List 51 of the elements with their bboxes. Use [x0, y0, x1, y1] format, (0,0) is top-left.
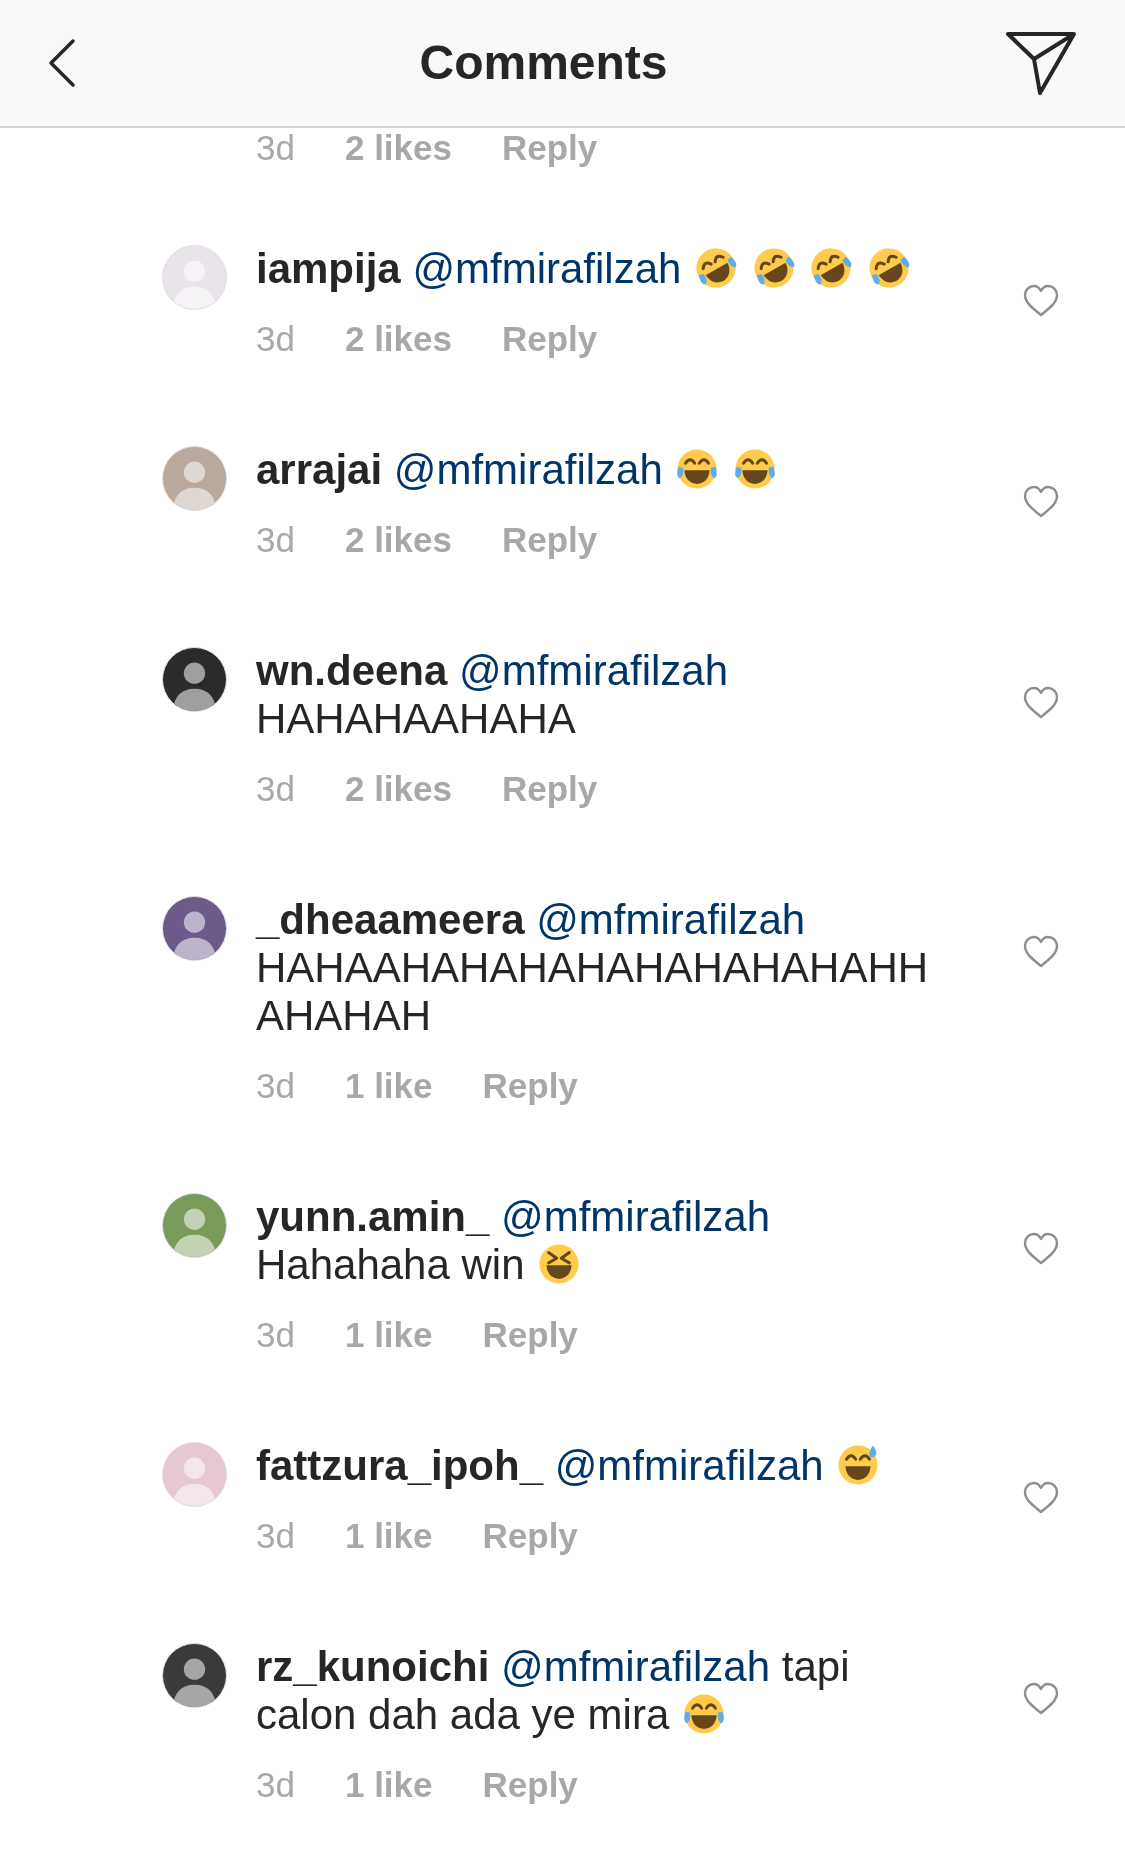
comment-age: 3d: [256, 319, 295, 359]
heart-icon[interactable]: [1023, 1481, 1059, 1515]
likes-link[interactable]: 2 likes: [344, 319, 452, 359]
heart-icon[interactable]: [1023, 1682, 1059, 1716]
heart-icon[interactable]: [1023, 284, 1059, 318]
username-link[interactable]: _dheaameera: [256, 896, 525, 943]
likes-link[interactable]: 1 like: [344, 1315, 433, 1355]
likes-link[interactable]: 2 likes: [344, 520, 452, 560]
reply-link[interactable]: Reply: [502, 769, 598, 809]
username-link[interactable]: iampija: [256, 245, 401, 292]
page-title: Comments: [419, 35, 668, 91]
comment-text: rz_kunoichi @mfmirafilzah tapi calon dah ada ye mira: [256, 1643, 851, 1739]
username-link[interactable]: rz_kunoichi: [256, 1643, 490, 1690]
comment-age: 3d: [256, 1315, 295, 1355]
comment-age: 3d: [256, 1066, 295, 1106]
username-link[interactable]: wn.deena: [256, 647, 448, 694]
username-link[interactable]: arrajai: [256, 446, 383, 493]
comment-age: 3d: [256, 520, 295, 560]
comment-text: wn.deena @mfmirafilzah HAHAHAAHAHA: [256, 647, 730, 743]
mention-link[interactable]: @mfmirafilzah: [536, 896, 806, 943]
comment-age: 3d: [256, 128, 295, 168]
send-icon[interactable]: [1005, 30, 1077, 96]
reply-link[interactable]: Reply: [482, 1066, 578, 1106]
likes-link[interactable]: 2 likes: [344, 128, 452, 168]
mention-link[interactable]: @mfmirafilzah: [412, 245, 682, 292]
likes-link[interactable]: 1 like: [344, 1516, 433, 1556]
likes-link[interactable]: 2 likes: [344, 769, 452, 809]
heart-icon[interactable]: [1023, 1232, 1059, 1266]
comment-age: 3d: [256, 1765, 295, 1805]
mention-link[interactable]: @mfmirafilzah: [501, 1193, 771, 1240]
reply-link[interactable]: Reply: [482, 1315, 578, 1355]
mention-link[interactable]: @mfmirafilzah: [501, 1643, 771, 1690]
reply-link[interactable]: Reply: [482, 1765, 578, 1805]
mention-link[interactable]: @mfmirafilzah: [554, 1442, 824, 1489]
reply-link[interactable]: Reply: [502, 319, 598, 359]
comment-text: yunn.amin_ @mfmirafilzah Hahahaha win: [256, 1193, 772, 1289]
reply-link[interactable]: Reply: [502, 128, 598, 168]
reply-link[interactable]: Reply: [482, 1516, 578, 1556]
reply-link[interactable]: Reply: [502, 520, 598, 560]
username-link[interactable]: yunn.amin_: [256, 1193, 490, 1240]
heart-icon[interactable]: [1023, 485, 1059, 519]
mention-link[interactable]: @mfmirafilzah: [459, 647, 729, 694]
likes-link[interactable]: 1 like: [344, 1066, 433, 1106]
comment-age: 3d: [256, 1516, 295, 1556]
comment-text: _dheaameera @mfmirafilzah HAHAAHAHAHAHAHAHAHAHAHHAHAHAH: [256, 896, 930, 1040]
heart-icon[interactable]: [1023, 686, 1059, 720]
heart-icon[interactable]: [1023, 935, 1059, 969]
mention-link[interactable]: @mfmirafilzah: [393, 446, 663, 493]
username-link[interactable]: fattzura_ipoh_: [256, 1442, 544, 1489]
comment-age: 3d: [256, 769, 295, 809]
likes-link[interactable]: 1 like: [344, 1765, 433, 1805]
